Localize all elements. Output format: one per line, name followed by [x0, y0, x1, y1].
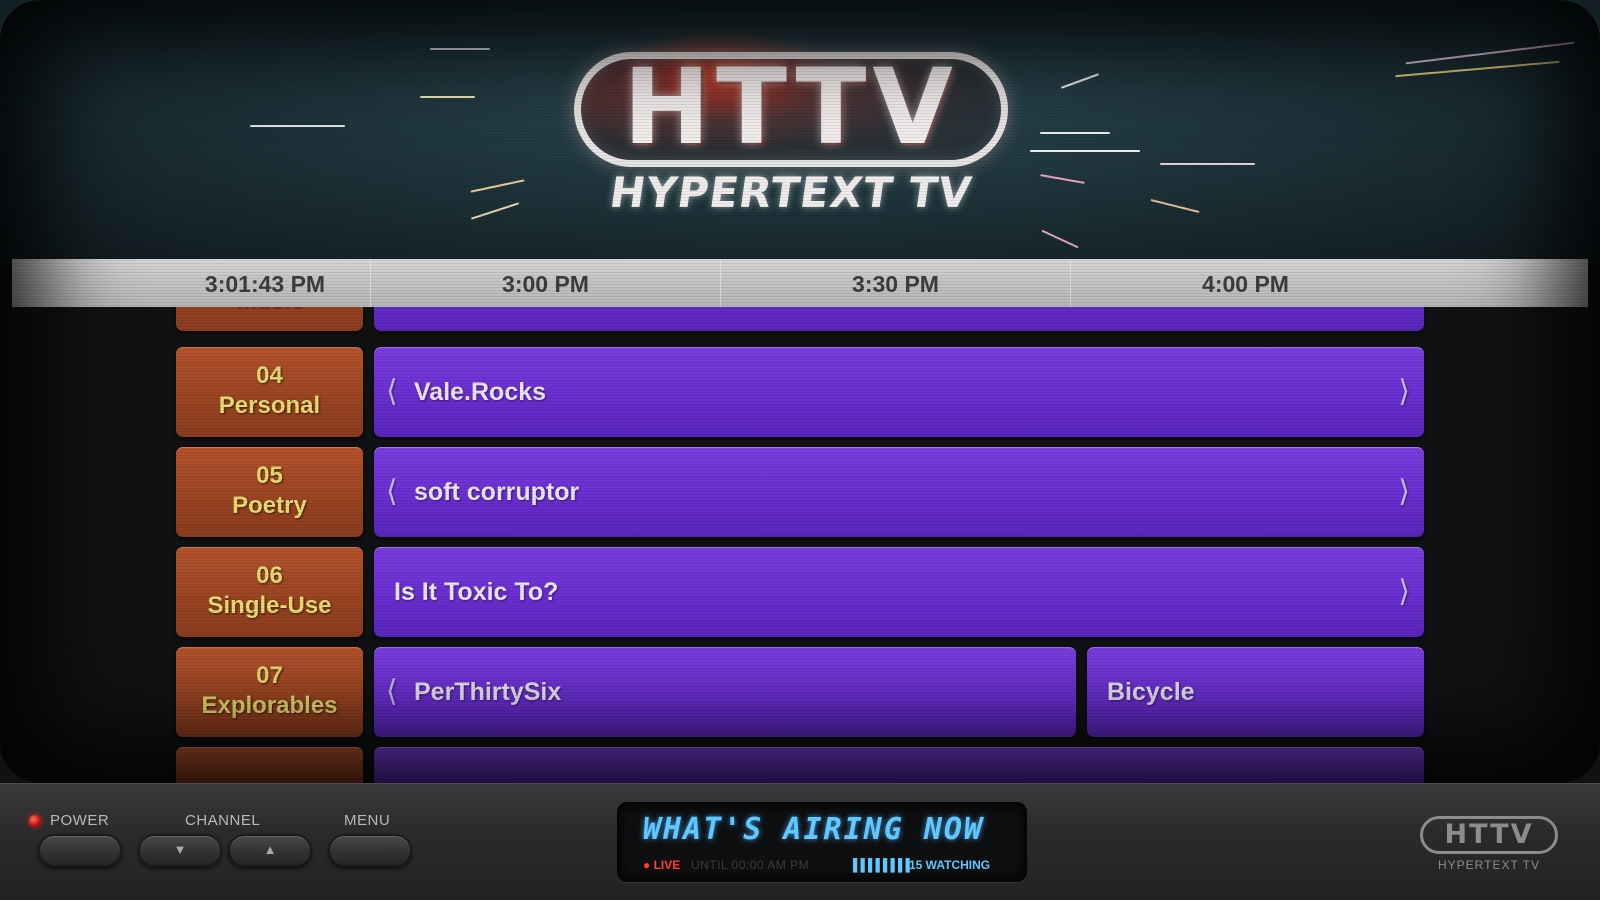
now-airing-headline: WHAT'S AIRING NOW [643, 812, 985, 847]
channel-number: 05 [256, 462, 283, 489]
brand-subtitle: HYPERTEXT TV [1437, 858, 1541, 872]
channel-number: 06 [256, 562, 283, 589]
channel-name: Explorables [201, 692, 338, 719]
chevron-left-icon: ⟨ [386, 475, 398, 508]
menu-button[interactable] [328, 834, 412, 867]
light-streak [430, 48, 490, 50]
arrow-up-icon: ▲ [263, 842, 277, 857]
light-streak [1395, 60, 1560, 78]
live-indicator: ● LIVE [643, 858, 681, 872]
channel-button-05[interactable]: 05 Poetry [176, 447, 363, 537]
channel-header: HTTV HYPERTEXT TV [0, 0, 1600, 262]
light-streak [1041, 229, 1079, 249]
channel-button-07[interactable]: 07 Explorables [176, 647, 363, 737]
channel-down-button[interactable]: ▼ [138, 834, 222, 867]
channel-name: Poetry [232, 492, 307, 519]
live-label: LIVE [653, 858, 681, 872]
httv-logo: HTTV [623, 46, 959, 168]
program-title: Is It Toxic To? [394, 578, 559, 606]
light-streak [470, 179, 525, 193]
channel-button-06[interactable]: 06 Single-Use [176, 547, 363, 637]
channel-row: 05 Poetry ⟨ soft corruptor ⟩ [0, 447, 1600, 537]
watching-count: 15 WATCHING [909, 858, 991, 872]
power-button[interactable] [38, 834, 122, 867]
light-streak [1150, 198, 1200, 214]
program-block-perthirtysix[interactable]: ⟨ PerThirtySix [374, 647, 1076, 737]
light-streak [420, 96, 475, 98]
channel-button-04[interactable]: 04 Personal [176, 347, 363, 437]
time-slot-2: 3:30 PM [720, 259, 1070, 307]
program-block-soft-corruptor[interactable]: ⟨ soft corruptor ⟩ [374, 447, 1424, 537]
channel-number: 04 [256, 362, 283, 389]
program-guide: 03 Music 04 Personal ⟨ Vale.Rocks ⟩ 05 P… [0, 307, 1600, 783]
program-title: Bicycle [1107, 678, 1195, 706]
channel-name: Personal [218, 392, 321, 419]
current-time: 3:01:43 PM [204, 271, 326, 297]
channel-button-03[interactable]: 03 Music [176, 307, 363, 331]
light-streak [250, 125, 345, 127]
light-streak [1060, 73, 1100, 89]
program-title: soft corruptor [414, 478, 580, 506]
chevron-left-icon: ⟨ [386, 375, 398, 408]
chevron-right-icon: ⟩ [1398, 575, 1410, 608]
light-streak [1160, 163, 1255, 165]
time-bar: 3:01:43 PM 3:00 PM 3:30 PM 4:00 PM [12, 259, 1588, 307]
tv-screen: HTTV HYPERTEXT TV 3:01:43 PM 3:00 PM 3:3… [0, 0, 1600, 783]
light-streak [1040, 132, 1110, 134]
channel-row: 03 Music [0, 307, 1600, 331]
program-block[interactable] [374, 307, 1424, 331]
until-time: UNTIL 00:00 AM PM [691, 858, 810, 872]
program-block[interactable] [374, 747, 1424, 783]
program-title: PerThirtySix [414, 678, 562, 706]
channel-button-08[interactable] [176, 747, 363, 783]
power-led-icon [29, 815, 41, 827]
remote-control-panel: POWER CHANNEL ▼ ▲ MENU WHAT'S AIRING NOW… [0, 783, 1600, 900]
program-block-bicycle[interactable]: Bicycle [1087, 647, 1424, 737]
channel-row: 06 Single-Use Is It Toxic To? ⟩ [0, 547, 1600, 637]
time-slot-3: 4:00 PM [1070, 259, 1420, 307]
channel-up-button[interactable]: ▲ [228, 834, 312, 867]
light-streak [1040, 174, 1085, 184]
signal-bars-icon: ▌▌▌▌▌▌▌▌ [853, 858, 914, 872]
channel-row: 07 Explorables ⟨ PerThirtySix Bicycle [0, 647, 1600, 737]
channel-row [0, 747, 1600, 783]
program-title: Vale.Rocks [414, 378, 547, 406]
program-block-vale-rocks[interactable]: ⟨ Vale.Rocks ⟩ [374, 347, 1424, 437]
channel-name: Music [176, 307, 363, 315]
light-streak [1030, 150, 1140, 152]
logo-subtitle: HYPERTEXT TV [606, 168, 976, 217]
channel-row: 04 Personal ⟨ Vale.Rocks ⟩ [0, 347, 1600, 437]
chevron-right-icon: ⟩ [1398, 375, 1410, 408]
channel-number: 07 [256, 662, 283, 689]
brand-logo: HTTV [1420, 816, 1558, 854]
menu-label: MENU [344, 812, 391, 829]
time-slot-1: 3:00 PM [370, 259, 720, 307]
status-display: WHAT'S AIRING NOW ● LIVE UNTIL 00:00 AM … [617, 802, 1027, 882]
power-label: POWER [50, 812, 110, 829]
chevron-right-icon: ⟩ [1398, 475, 1410, 508]
channel-name: Single-Use [207, 592, 332, 619]
light-streak [470, 202, 520, 220]
chevron-left-icon: ⟨ [386, 675, 398, 708]
arrow-down-icon: ▼ [173, 842, 187, 857]
channel-label: CHANNEL [185, 812, 261, 829]
program-block-is-it-toxic-to[interactable]: Is It Toxic To? ⟩ [374, 547, 1424, 637]
